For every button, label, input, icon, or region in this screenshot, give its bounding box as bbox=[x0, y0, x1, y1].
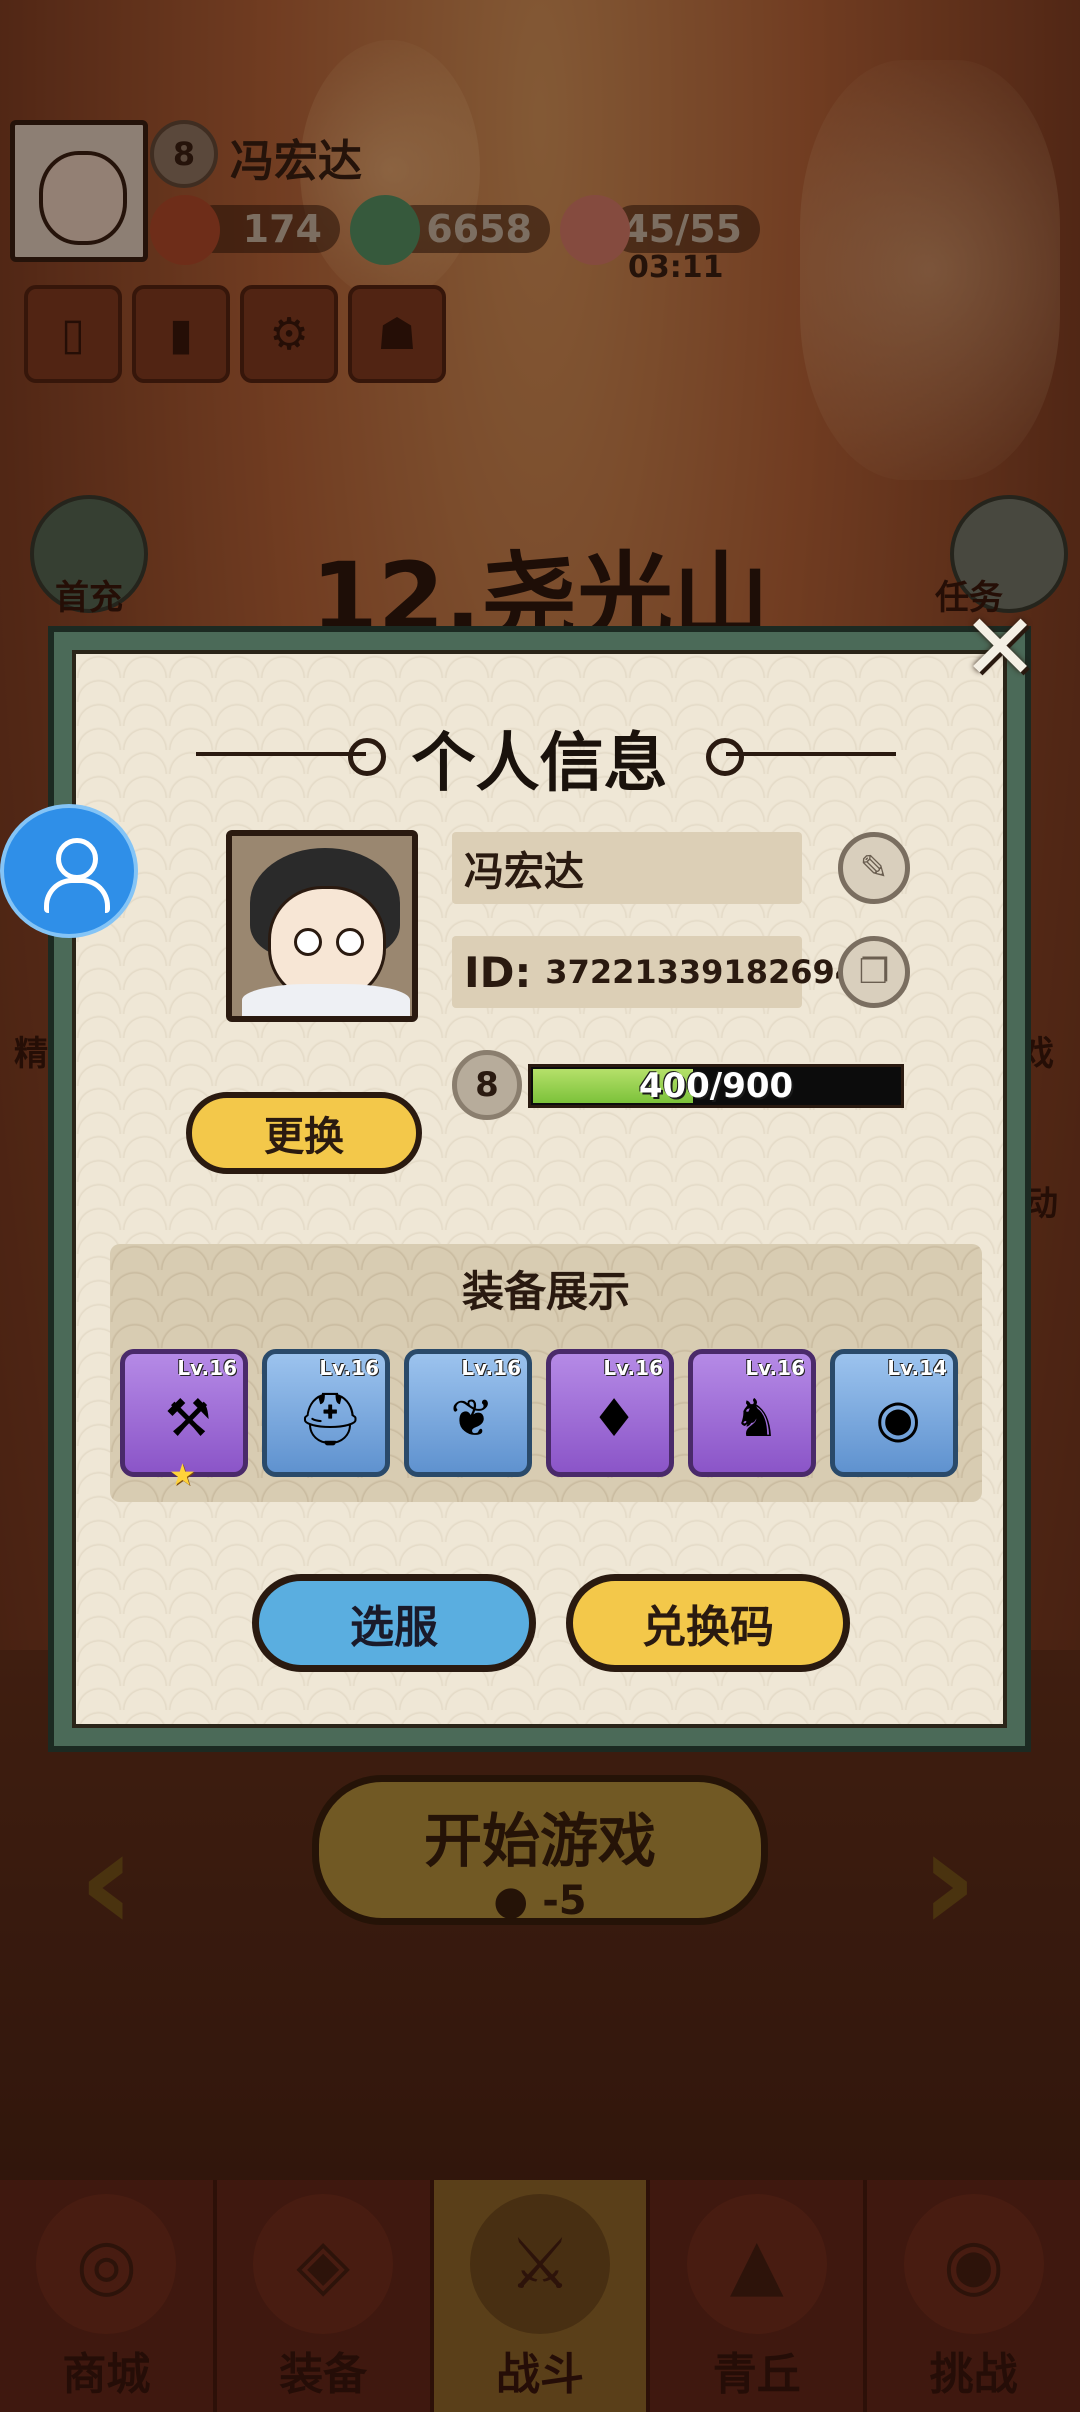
boots-icon: ♞ bbox=[732, 1389, 780, 1449]
star-icon: ★ bbox=[169, 1458, 196, 1493]
copy-icon: ❐ bbox=[858, 952, 890, 992]
equipment-slot[interactable]: Lv.16 ⛑ bbox=[262, 1349, 390, 1477]
equipment-level: Lv.14 bbox=[887, 1356, 947, 1380]
helmet-icon: ⛑ bbox=[297, 1389, 364, 1450]
xp-bar: 400/900 bbox=[528, 1064, 904, 1108]
equipment-level: Lv.16 bbox=[177, 1356, 237, 1380]
equipment-level: Lv.16 bbox=[461, 1356, 521, 1380]
id-field: ID: 372213391826944 bbox=[452, 936, 879, 1008]
equipment-slot[interactable]: Lv.16 ⚒ ★ bbox=[120, 1349, 248, 1493]
armor-icon: ♦ bbox=[590, 1389, 638, 1449]
anvil-icon: ⚒ bbox=[164, 1389, 212, 1449]
equipment-slot[interactable]: Lv.16 ❦ bbox=[404, 1349, 532, 1477]
portrait-eye bbox=[336, 928, 364, 956]
equipment-level: Lv.16 bbox=[319, 1356, 379, 1380]
user-icon-body bbox=[44, 878, 110, 913]
amulet-icon: ◉ bbox=[875, 1389, 921, 1449]
swirl-ornament bbox=[348, 738, 386, 776]
profile-modal-body: 个人信息 更换 冯宏达 ✎ ID: 372213391826944 ❐ 8 40… bbox=[72, 650, 1007, 1728]
profile-modal: 个人信息 更换 冯宏达 ✎ ID: 372213391826944 ❐ 8 40… bbox=[48, 626, 1031, 1752]
redeem-code-button[interactable]: 兑换码 bbox=[566, 1574, 850, 1672]
equipment-slot[interactable]: Lv.14 ◉ bbox=[830, 1349, 958, 1477]
profile-title: 个人信息 bbox=[411, 727, 668, 801]
equipment-level: Lv.16 bbox=[745, 1356, 805, 1380]
equipment-slot[interactable]: Lv.16 ♦ bbox=[546, 1349, 674, 1477]
title-decoration bbox=[706, 738, 896, 776]
profile-portrait bbox=[226, 830, 418, 1022]
change-avatar-button[interactable]: 更换 bbox=[186, 1092, 422, 1174]
brush-icon: ✎ bbox=[859, 848, 889, 888]
equipment-slot[interactable]: Lv.16 ♞ bbox=[688, 1349, 816, 1477]
select-server-button[interactable]: 选服 bbox=[252, 1574, 536, 1672]
copy-id-button[interactable]: ❐ bbox=[838, 936, 910, 1008]
xp-text: 400/900 bbox=[638, 1066, 794, 1106]
id-value: 372213391826944 bbox=[545, 953, 880, 991]
profile-level-badge: 8 bbox=[452, 1050, 522, 1120]
equipment-title: 装备展示 bbox=[461, 1267, 630, 1316]
close-icon[interactable]: ✕ bbox=[960, 602, 1040, 694]
portrait-eye bbox=[294, 928, 322, 956]
title-decoration bbox=[196, 738, 386, 776]
user-icon bbox=[56, 838, 98, 880]
id-label: ID: bbox=[464, 947, 532, 997]
floating-account-button[interactable] bbox=[0, 804, 138, 938]
edit-name-button[interactable]: ✎ bbox=[838, 832, 910, 904]
name-field: 冯宏达 bbox=[452, 832, 802, 904]
portrait-collar bbox=[242, 984, 410, 1016]
swirl-ornament bbox=[706, 738, 744, 776]
equipment-level: Lv.16 bbox=[603, 1356, 663, 1380]
bracer-icon: ❦ bbox=[450, 1389, 494, 1449]
equipment-showcase: 装备展示 Lv.16 ⚒ ★ Lv.16 ⛑ Lv.16 ❦ Lv.16 ♦ L… bbox=[110, 1244, 982, 1502]
